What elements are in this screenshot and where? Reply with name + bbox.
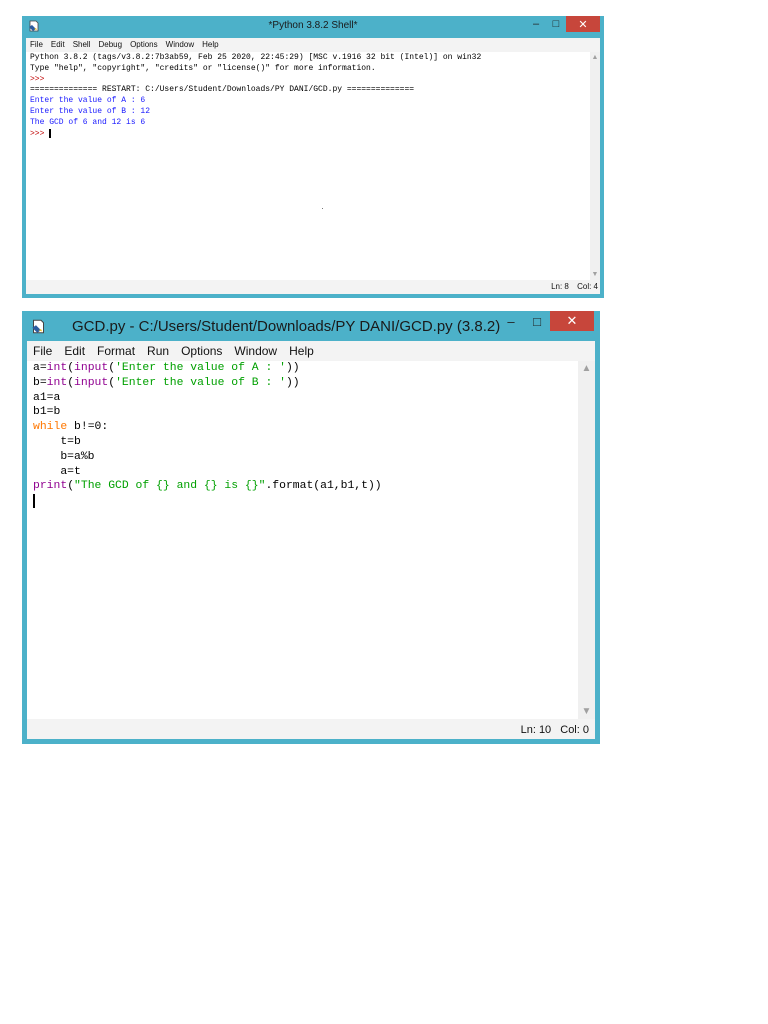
shell-prompt: >>> (30, 129, 50, 139)
editor-client: File Edit Format Run Options Window Help… (27, 341, 595, 739)
code-line: a1=a (33, 391, 578, 406)
status-col: Col: 0 (560, 724, 589, 736)
code-token: 'Enter the value of A : ' (115, 362, 286, 374)
editor-vertical-scrollbar[interactable]: ▲ ▼ (578, 361, 595, 719)
cursor-line[interactable] (33, 494, 578, 510)
close-button[interactable]: ✕ (550, 311, 594, 331)
code-token: "The GCD of {} and {} is {}" (74, 480, 266, 493)
shell-window: *Python 3.8.2 Shell* – □ ✕ File Edit She… (22, 16, 604, 298)
code-line: b=int(input('Enter the value of B : ')) (33, 376, 578, 391)
menu-window[interactable]: Window (166, 38, 194, 52)
code-token: )) (285, 362, 300, 374)
maximize-button[interactable]: □ (546, 16, 566, 32)
code-token: t=b (33, 435, 81, 448)
python-idle-icon (32, 319, 44, 334)
maximize-button[interactable]: □ (524, 311, 550, 331)
code-line: b=a%b (33, 450, 578, 465)
code-token: int (46, 376, 68, 389)
text-cursor (33, 494, 35, 509)
code-token: b= (33, 376, 47, 389)
code-token: a1=a (33, 391, 61, 404)
shell-line: ============== RESTART: C:/Users/Student… (30, 85, 415, 95)
editor-title: GCD.py - C:/Users/Student/Downloads/PY D… (72, 318, 501, 335)
code-token: 'Enter the value of B : ' (115, 376, 286, 389)
shell-menubar: File Edit Shell Debug Options Window Hel… (26, 38, 600, 52)
menu-shell[interactable]: Shell (73, 38, 91, 52)
menu-help[interactable]: Help (289, 341, 314, 361)
code-token: while (33, 421, 68, 434)
scroll-up-icon[interactable]: ▲ (578, 363, 595, 374)
code-token: b1=b (33, 406, 61, 419)
shell-line: Python 3.8.2 (tags/v3.8.2:7b3ab59, Feb 2… (30, 53, 482, 62)
minimize-button[interactable]: – (498, 311, 524, 331)
code-token: print (33, 480, 68, 493)
minimize-button[interactable]: – (526, 16, 546, 32)
shell-line: The GCD of 6 and 12 is 6 (30, 117, 146, 127)
code-line: a=int(input('Enter the value of A : ')) (33, 361, 578, 376)
code-token: a= (33, 362, 47, 374)
shell-vertical-scrollbar[interactable]: ▲ ▼ (590, 52, 600, 280)
menu-edit[interactable]: Edit (64, 341, 85, 361)
code-token: input (74, 362, 109, 374)
shell-prompt-line[interactable]: >>> (30, 128, 590, 140)
menu-window[interactable]: Window (234, 341, 277, 361)
code-line: a=t (33, 465, 578, 480)
scroll-down-icon[interactable]: ▼ (578, 706, 595, 717)
code-line: b1=b (33, 405, 578, 420)
shell-client: File Edit Shell Debug Options Window Hel… (26, 38, 600, 294)
code-token: ( (67, 376, 75, 389)
code-token: b=a%b (33, 450, 95, 463)
menu-file[interactable]: File (30, 38, 43, 52)
menu-help[interactable]: Help (202, 38, 218, 52)
status-line: Ln: 8 (551, 282, 569, 291)
code-token: input (74, 376, 109, 389)
menu-debug[interactable]: Debug (98, 38, 122, 52)
code-token: ( (67, 480, 75, 493)
menu-run[interactable]: Run (147, 341, 169, 361)
code-token: ( (67, 362, 75, 374)
code-token: )) (285, 376, 300, 389)
code-line: print("The GCD of {} and {} is {}".forma… (33, 479, 578, 494)
stray-pixel (322, 208, 323, 209)
code-line: t=b (33, 435, 578, 450)
code-token: .format(a1,b1,t)) (265, 480, 382, 493)
shell-statusbar: Ln: 8 Col: 4 (26, 280, 600, 294)
shell-line: Enter the value of B : 12 (30, 106, 151, 116)
close-button[interactable]: ✕ (566, 16, 600, 32)
shell-titlebar[interactable]: *Python 3.8.2 Shell* – □ ✕ (22, 16, 604, 38)
code-token: b!=0: (67, 421, 109, 434)
shell-title: *Python 3.8.2 Shell* (268, 20, 358, 31)
code-token: a=t (33, 465, 81, 478)
code-editor-area[interactable]: a=int(input('Enter the value of A : ')) b… (27, 361, 578, 719)
shell-window-controls: – □ ✕ (526, 16, 600, 32)
shell-line: Enter the value of A : 6 (30, 96, 146, 106)
shell-output-area[interactable]: Python 3.8.2 (tags/v3.8.2:7b3ab59, Feb 2… (26, 52, 590, 280)
menu-edit[interactable]: Edit (51, 38, 65, 52)
status-col: Col: 4 (577, 282, 598, 291)
status-line: Ln: 10 (520, 724, 552, 736)
editor-window-controls: – □ ✕ (498, 311, 594, 331)
menu-file[interactable]: File (33, 341, 52, 361)
text-cursor (49, 128, 52, 138)
scroll-down-icon[interactable]: ▼ (590, 271, 600, 278)
shell-line: Type "help", "copyright", "credits" or "… (30, 63, 376, 73)
editor-statusbar: Ln: 10 Col: 0 (27, 719, 595, 739)
editor-titlebar[interactable]: GCD.py - C:/Users/Student/Downloads/PY D… (22, 311, 600, 341)
menu-format[interactable]: Format (97, 341, 135, 361)
scroll-up-icon[interactable]: ▲ (590, 54, 600, 61)
code-line: while b!=0: (33, 420, 578, 435)
editor-menubar: File Edit Format Run Options Window Help (27, 341, 595, 361)
shell-line: >>> (30, 74, 50, 84)
code-token: int (46, 362, 68, 374)
editor-window: GCD.py - C:/Users/Student/Downloads/PY D… (22, 311, 600, 744)
menu-options[interactable]: Options (181, 341, 222, 361)
menu-options[interactable]: Options (130, 38, 158, 52)
